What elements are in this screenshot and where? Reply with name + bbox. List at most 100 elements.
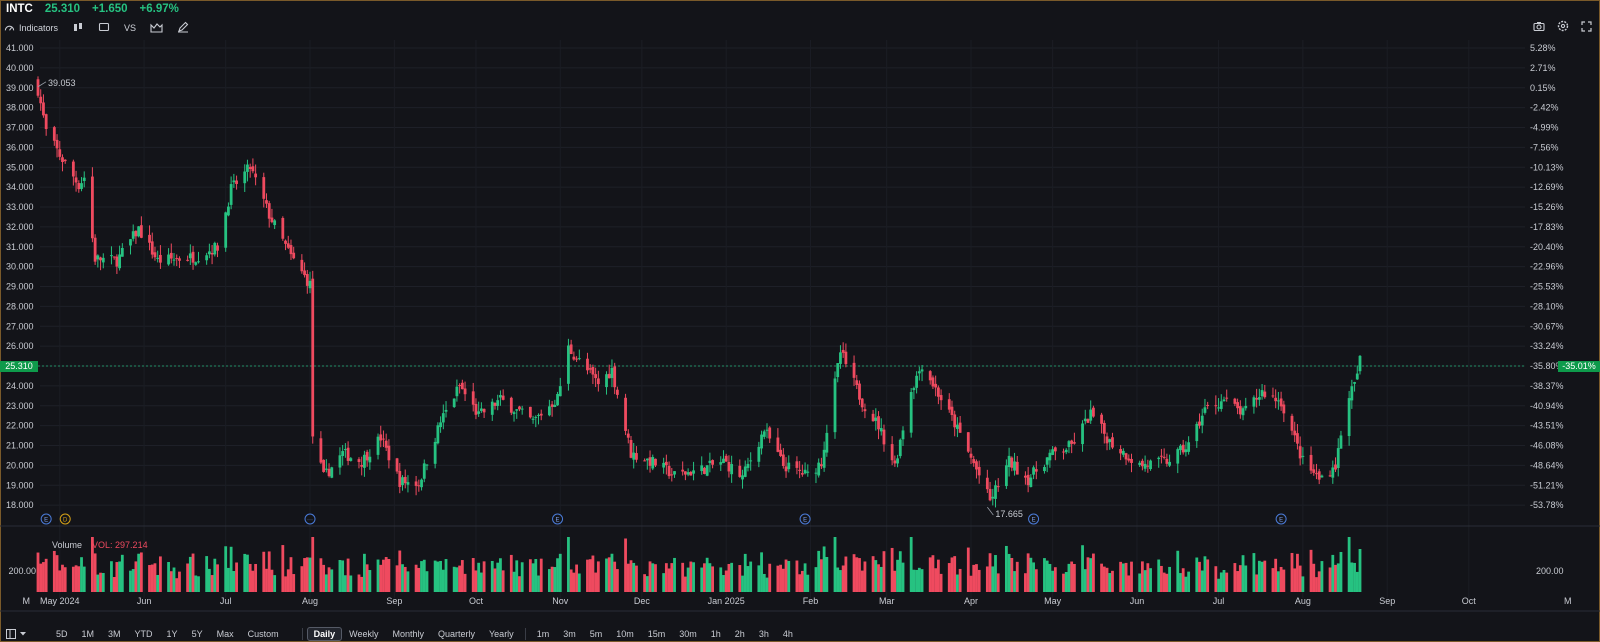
candle-body (509, 397, 513, 413)
interval-button-daily[interactable]: Daily (306, 627, 343, 641)
candle-body (439, 422, 442, 428)
price-tick-label: 33.000 (6, 202, 34, 212)
percent-tick-label: -28.10% (1530, 301, 1564, 311)
candle-body (1200, 415, 1204, 426)
price-chart[interactable]: 41.000 40.000 39.000 38.000 37.000 36.000 35.0… (0, 0, 1600, 642)
candle-body (382, 438, 385, 440)
price-tick-label: 30.000 (6, 262, 34, 272)
volume-bar (382, 559, 385, 592)
candle-body (577, 358, 581, 360)
candle-body (1130, 458, 1133, 463)
candle-body (1355, 373, 1359, 380)
volume-bar (806, 574, 810, 592)
volume-bar (398, 550, 402, 592)
candle-body (1168, 461, 1171, 466)
candle-body (289, 245, 293, 255)
volume-bar (1238, 565, 1242, 592)
volume-bar (820, 559, 823, 592)
candle-body (137, 226, 141, 237)
candle-body (243, 171, 247, 184)
interval-button-10m[interactable]: 10m (609, 629, 641, 639)
volume-bar (1298, 565, 1302, 592)
time-tick-label: Jul (1213, 596, 1225, 606)
volume-bar (159, 556, 162, 592)
range-button-1m[interactable]: 1M (75, 629, 102, 639)
volume-bar (950, 557, 954, 592)
volume-bar (768, 563, 772, 592)
volume-bar (1070, 561, 1074, 592)
candle-body (624, 397, 627, 431)
volume-bar (134, 561, 138, 592)
interval-button-30m[interactable]: 30m (672, 629, 704, 639)
interval-button-4h[interactable]: 4h (776, 629, 800, 639)
candle-body (708, 460, 712, 463)
range-button-custom[interactable]: Custom (241, 629, 286, 639)
volume-bar (248, 563, 252, 592)
interval-button-3h[interactable]: 3h (752, 629, 776, 639)
volume-bar (338, 559, 342, 592)
candle-body (1024, 475, 1027, 478)
layout-toggle[interactable] (6, 629, 27, 639)
candle-body (814, 472, 818, 474)
interval-button-1h[interactable]: 1h (704, 629, 728, 639)
interval-button-2h[interactable]: 2h (728, 629, 752, 639)
volume-bar (422, 559, 426, 592)
volume-bar (558, 553, 562, 592)
candle-body (985, 477, 989, 490)
interval-button-monthly[interactable]: Monthly (385, 629, 431, 639)
volume-bar (1004, 545, 1008, 592)
candle-body (855, 380, 859, 386)
volume-bar (569, 569, 573, 592)
candle-body (499, 395, 502, 398)
time-tick-label: Mar (879, 596, 895, 606)
candle-body (741, 475, 744, 480)
candle-body (82, 177, 86, 181)
candle-body (928, 371, 932, 381)
volume-bar (839, 570, 842, 592)
interval-button-quarterly[interactable]: Quarterly (431, 629, 482, 639)
range-button-max[interactable]: Max (210, 629, 241, 639)
candle-body (632, 452, 636, 460)
range-button-5y[interactable]: 5Y (185, 629, 210, 639)
candle-body (1263, 391, 1267, 398)
volume-bar (224, 546, 228, 592)
volume-bar (58, 570, 62, 592)
candle-body (436, 425, 440, 444)
candle-body (284, 240, 287, 244)
candle-body (441, 413, 445, 423)
candle-body (1157, 457, 1161, 460)
candle-body (246, 164, 249, 172)
candle-body (1124, 453, 1128, 460)
range-button-3m[interactable]: 3M (101, 629, 128, 639)
range-button-ytd[interactable]: YTD (128, 629, 160, 639)
interval-button-weekly[interactable]: Weekly (342, 629, 385, 639)
candle-body (534, 416, 538, 418)
interval-button-yearly[interactable]: Yearly (482, 629, 521, 639)
volume-bar (178, 571, 181, 592)
percent-tick-label: -20.40% (1530, 242, 1564, 252)
percent-tick-label: -7.56% (1530, 142, 1559, 152)
volume-bars-layer (36, 537, 1362, 592)
candle-body (768, 427, 772, 439)
candle-body (776, 437, 780, 452)
time-tick-label: Jan 2025 (708, 596, 745, 606)
candle-body (977, 466, 981, 476)
volume-bar (860, 570, 864, 592)
interval-button-5m[interactable]: 5m (583, 629, 610, 639)
range-button-5d[interactable]: 5D (49, 629, 75, 639)
candle-body (569, 344, 573, 355)
volume-bar (1200, 570, 1204, 592)
candle-body (169, 252, 173, 259)
candle-body (871, 413, 875, 422)
interval-button-1m[interactable]: 1m (530, 629, 557, 639)
interval-button-3m[interactable]: 3m (556, 629, 583, 639)
volume-bar (175, 578, 179, 592)
interval-button-15m[interactable]: 15m (641, 629, 673, 639)
candle-body (1296, 433, 1299, 444)
range-button-1y[interactable]: 1Y (160, 629, 185, 639)
volume-bar (547, 569, 551, 592)
event-marker-label: D (63, 518, 68, 524)
volume-bar (436, 561, 440, 592)
candle-body (1279, 398, 1283, 407)
volume-bar (975, 564, 978, 592)
